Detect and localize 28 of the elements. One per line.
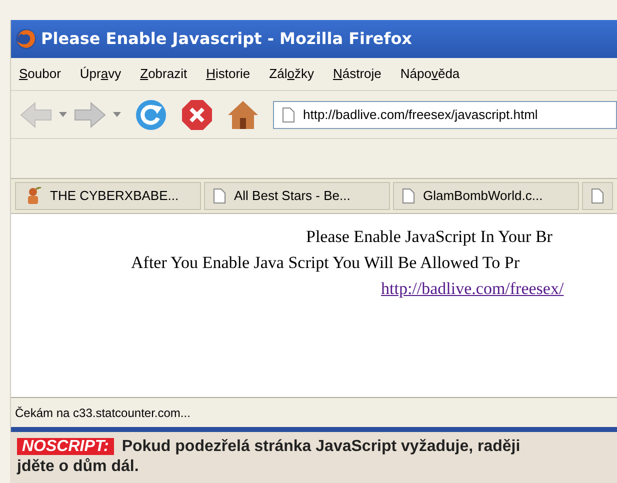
menu-item[interactable]: Historie — [206, 64, 250, 84]
bookmark-item[interactable]: GlamBombWorld.c... — [393, 182, 579, 210]
home-icon[interactable] — [227, 98, 259, 130]
page-icon — [402, 188, 415, 204]
page-icon — [282, 106, 295, 122]
dropdown-icon[interactable] — [59, 112, 67, 118]
reload-icon[interactable] — [135, 98, 167, 130]
menu-item[interactable]: Záložky — [269, 64, 314, 84]
address-field[interactable]: http://badlive.com/freesex/javascript.html — [273, 100, 617, 128]
bookmark-item[interactable] — [582, 182, 613, 210]
menu-item[interactable]: Nástroje — [332, 64, 382, 84]
page-icon — [591, 188, 604, 204]
bookmark-item[interactable]: THE CYBERXBABE... — [15, 182, 201, 210]
stop-icon[interactable] — [181, 98, 213, 130]
menu-item[interactable]: Zobrazit — [140, 64, 188, 84]
body-text: After You Enable Java Script You Will Be Allowed To Pr — [131, 252, 520, 274]
firefox-icon — [15, 28, 37, 50]
window-title: Please Enable Javascript - Mozilla Firefox — [41, 28, 412, 50]
page-icon — [213, 188, 226, 204]
bookmark-item[interactable]: All Best Stars - Be... — [204, 182, 390, 210]
menu-item[interactable]: Soubor — [19, 64, 61, 84]
menu-item[interactable]: Nápověda — [400, 64, 460, 84]
menu-item[interactable]: Úpravy — [80, 64, 122, 84]
page-link[interactable]: http://badlive.com/freesex/ — [381, 276, 564, 302]
dropdown-icon[interactable] — [113, 112, 121, 118]
caption-text: NOSCRIPT: Pokud podezřelá stránka JavaScript vyžaduje, raději jděte o dům dál. — [17, 437, 522, 477]
body-text: Please Enable JavaScript In Your Br — [306, 226, 552, 248]
status-text: Čekám na c33.statcounter.com... — [15, 404, 190, 422]
